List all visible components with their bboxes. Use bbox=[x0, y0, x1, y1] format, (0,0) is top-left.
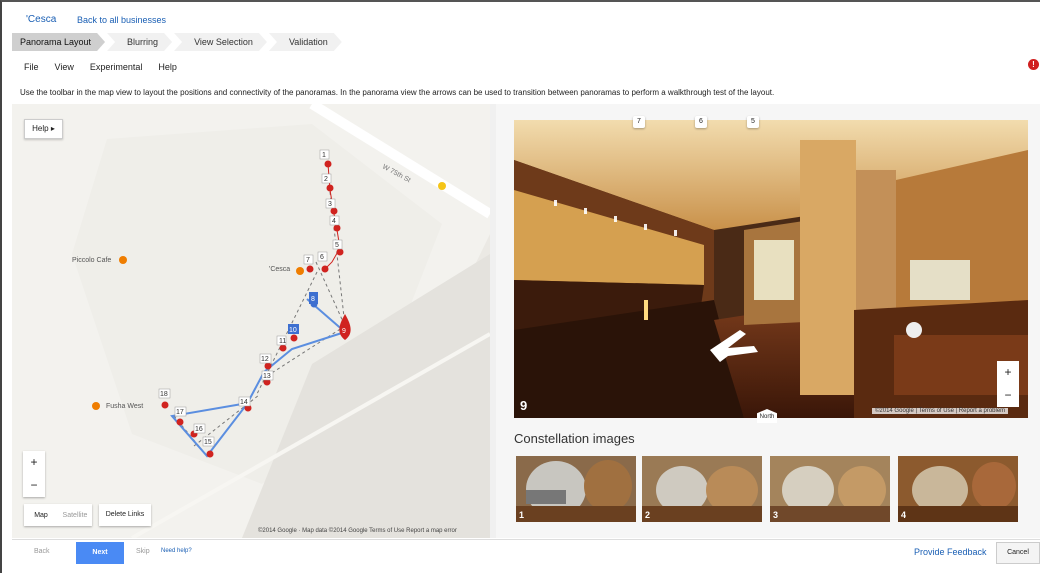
thumb-image-3 bbox=[770, 456, 890, 522]
thumb-image-2 bbox=[642, 456, 762, 522]
constellation-thumb-3[interactable]: 3 bbox=[770, 456, 890, 522]
pano-link-tag-6[interactable]: 6 bbox=[695, 116, 707, 128]
map-zoom-out-button[interactable]: − bbox=[23, 474, 45, 497]
panorama-zoom-control: + − bbox=[997, 361, 1019, 407]
map-type-toggle: Map Satellite bbox=[24, 504, 92, 526]
poi-cesca[interactable]: 'Cesca bbox=[269, 266, 290, 273]
thumb-number-3: 3 bbox=[773, 510, 779, 520]
step-blurring[interactable]: Blurring bbox=[107, 33, 172, 51]
help-button[interactable]: Help ▸ bbox=[24, 119, 63, 139]
panorama-number: 9 bbox=[520, 398, 528, 413]
menu-experimental[interactable]: Experimental bbox=[90, 62, 143, 72]
svg-text:4: 4 bbox=[332, 218, 336, 225]
alert-icon[interactable]: ! bbox=[1028, 59, 1039, 70]
next-button[interactable]: Next bbox=[76, 542, 124, 564]
constellation-title: Constellation images bbox=[514, 431, 635, 446]
map-zoom-control: + − bbox=[23, 451, 45, 497]
svg-text:18: 18 bbox=[160, 391, 168, 398]
map-type-map[interactable]: Map bbox=[24, 512, 58, 519]
thumb-number-2: 2 bbox=[645, 510, 651, 520]
constellation-thumb-2[interactable]: 2 bbox=[642, 456, 762, 522]
svg-text:15: 15 bbox=[204, 439, 212, 446]
bottom-bar bbox=[12, 539, 1040, 574]
svg-text:1: 1 bbox=[322, 152, 326, 159]
delete-links-button[interactable]: Delete Links bbox=[99, 504, 151, 526]
svg-text:17: 17 bbox=[176, 409, 184, 416]
svg-text:13: 13 bbox=[263, 373, 271, 380]
pano-link-tag-5[interactable]: 5 bbox=[747, 116, 759, 128]
thumb-image-1 bbox=[516, 456, 636, 522]
pano-zoom-in-button[interactable]: + bbox=[997, 361, 1019, 384]
thumb-number-4: 4 bbox=[901, 510, 907, 520]
step-panorama-layout[interactable]: Panorama Layout bbox=[12, 33, 105, 51]
back-to-businesses-link[interactable]: Back to all businesses bbox=[77, 15, 166, 25]
svg-text:3: 3 bbox=[328, 201, 332, 208]
thumb-image-4 bbox=[898, 456, 1018, 522]
svg-text:8: 8 bbox=[311, 296, 315, 303]
step-tabs: Panorama Layout Blurring View Selection … bbox=[12, 33, 344, 51]
poi-piccolo-cafe[interactable]: Piccolo Cafe bbox=[72, 257, 111, 264]
step-validation[interactable]: Validation bbox=[269, 33, 342, 51]
constellation-thumb-1[interactable]: 1 bbox=[516, 456, 636, 522]
svg-text:5: 5 bbox=[335, 242, 339, 249]
menu-bar: File View Experimental Help bbox=[24, 62, 177, 72]
pegman-marker bbox=[438, 182, 446, 190]
pano-zoom-out-button[interactable]: − bbox=[997, 384, 1019, 407]
menu-view[interactable]: View bbox=[55, 62, 74, 72]
map-zoom-in-button[interactable]: + bbox=[23, 451, 45, 474]
pano-link-tag-7[interactable]: 7 bbox=[633, 116, 645, 128]
svg-text:7: 7 bbox=[306, 257, 310, 264]
poi-fusha-west[interactable]: Fusha West bbox=[106, 403, 143, 410]
need-help-link[interactable]: Need help? bbox=[161, 548, 192, 554]
menu-file[interactable]: File bbox=[24, 62, 39, 72]
svg-text:16: 16 bbox=[195, 426, 203, 433]
business-name[interactable]: 'Cesca bbox=[26, 14, 56, 25]
cancel-button[interactable]: Cancel bbox=[996, 542, 1040, 564]
menu-help[interactable]: Help bbox=[158, 62, 177, 72]
svg-text:2: 2 bbox=[324, 176, 328, 183]
map-attribution: ©2014 Google · Map data ©2014 Google Ter… bbox=[258, 528, 457, 534]
panorama-attribution: ©2014 Google | Terms of Use | Report a p… bbox=[872, 408, 1009, 414]
instructions-text: Use the toolbar in the map view to layou… bbox=[20, 88, 775, 97]
thumb-number-1: 1 bbox=[519, 510, 525, 520]
svg-text:12: 12 bbox=[261, 356, 269, 363]
svg-text:14: 14 bbox=[240, 399, 248, 406]
svg-text:6: 6 bbox=[320, 254, 324, 261]
panorama-view[interactable] bbox=[514, 120, 1028, 418]
svg-text:10: 10 bbox=[289, 327, 297, 334]
back-button[interactable]: Back bbox=[34, 548, 50, 555]
map-canvas: W 75th St 1 2 3 4 5 6 7 8 9 10 11 12 13 … bbox=[12, 104, 490, 538]
constellation-thumb-4[interactable]: 4 bbox=[898, 456, 1018, 522]
panorama-image bbox=[514, 120, 1028, 418]
svg-text:11: 11 bbox=[279, 338, 286, 345]
map-type-satellite[interactable]: Satellite bbox=[58, 512, 92, 519]
svg-text:9: 9 bbox=[342, 328, 346, 335]
provide-feedback-link[interactable]: Provide Feedback bbox=[914, 547, 987, 557]
step-view-selection[interactable]: View Selection bbox=[174, 33, 267, 51]
map-view[interactable]: W 75th St 1 2 3 4 5 6 7 8 9 10 11 12 13 … bbox=[12, 104, 490, 538]
skip-button[interactable]: Skip bbox=[136, 548, 150, 555]
